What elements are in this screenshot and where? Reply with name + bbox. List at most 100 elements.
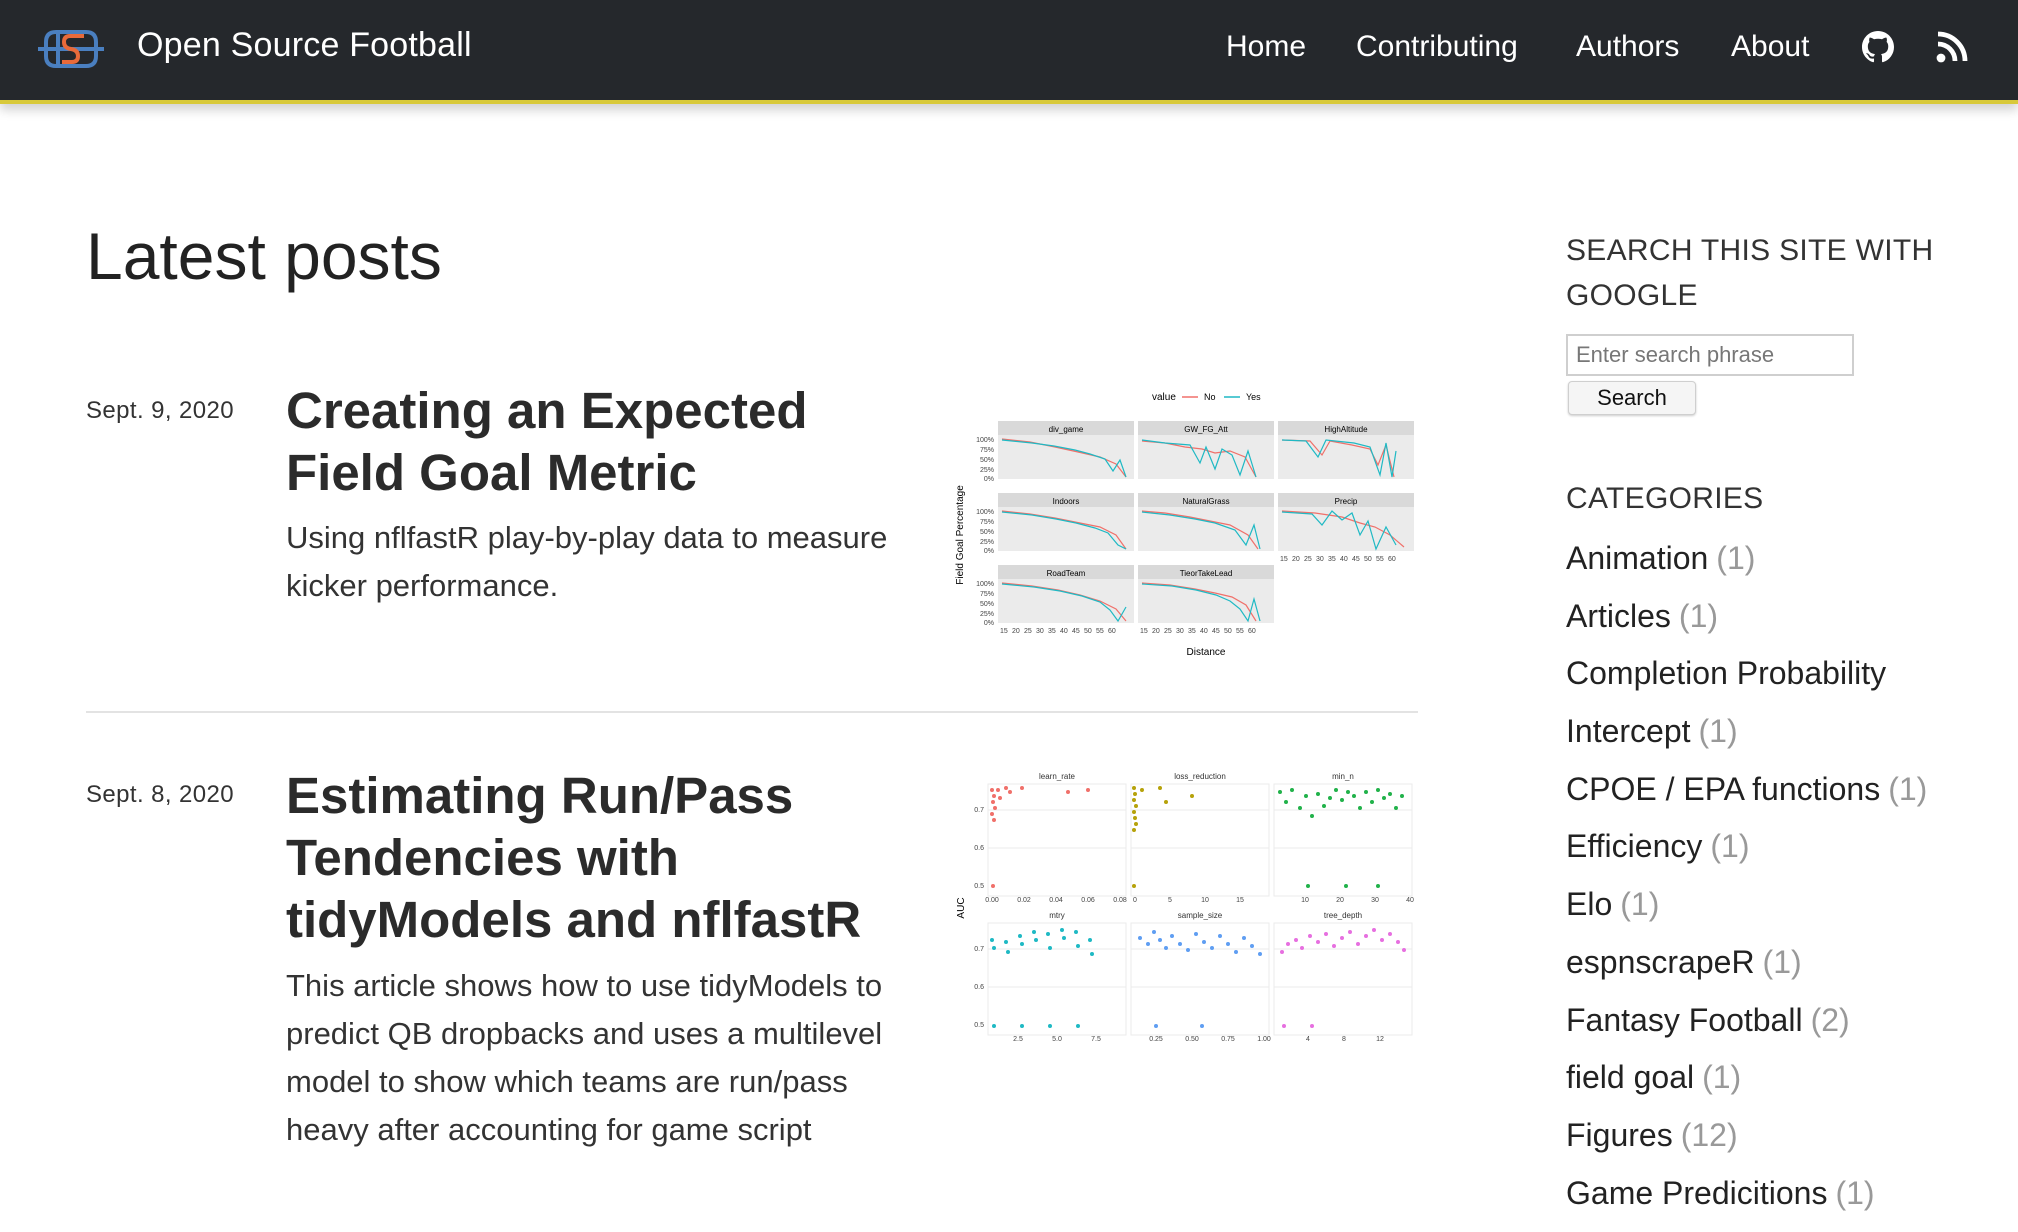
category-item[interactable]: Game Predicitions (1) <box>1566 1175 1927 1232</box>
category-item[interactable]: Figures (12) <box>1566 1117 1927 1175</box>
svg-text:0.04: 0.04 <box>1049 897 1063 904</box>
legend-no-label: No <box>1204 392 1216 402</box>
category-item[interactable]: Elo (1) <box>1566 886 1927 944</box>
y-axis-label: Field Goal Percentage <box>955 485 966 585</box>
svg-text:learn_rate: learn_rate <box>1039 772 1076 781</box>
search-input[interactable] <box>1566 334 1854 376</box>
scatter-points-sample-size <box>1138 930 1262 1028</box>
panel-grids <box>987 783 1413 1036</box>
scatter-points-loss-reduction <box>1132 786 1194 888</box>
search-button[interactable]: Search <box>1568 381 1696 415</box>
svg-text:40: 40 <box>1340 556 1348 563</box>
category-item[interactable]: espnscrapeR (1) <box>1566 944 1927 1002</box>
svg-text:0.7: 0.7 <box>974 807 984 814</box>
svg-text:25: 25 <box>1024 628 1032 635</box>
post-description: Using nflfastR play-by-play data to meas… <box>286 520 888 603</box>
category-item[interactable]: Animation (1) <box>1566 540 1927 598</box>
svg-text:100%: 100% <box>976 581 994 588</box>
category-item[interactable]: Articles (1) <box>1566 598 1927 656</box>
svg-text:35: 35 <box>1188 628 1196 635</box>
svg-text:100%: 100% <box>976 437 994 444</box>
category-item[interactable]: field goal (1) <box>1566 1059 1927 1117</box>
category-name: field goal <box>1566 1059 1695 1096</box>
category-item[interactable]: Completion Probability <box>1566 655 1927 713</box>
svg-text:20: 20 <box>1292 556 1300 563</box>
svg-text:45: 45 <box>1072 628 1080 635</box>
svg-text:60: 60 <box>1248 628 1256 635</box>
category-count: (2) <box>1810 1001 1850 1038</box>
svg-text:60: 60 <box>1108 628 1116 635</box>
category-item[interactable]: Intercept (1) <box>1566 713 1927 771</box>
svg-text:35: 35 <box>1048 628 1056 635</box>
scatter-points-learn-rate <box>990 786 1090 888</box>
site-logo-icon[interactable] <box>38 26 104 72</box>
svg-text:7.5: 7.5 <box>1091 1036 1101 1043</box>
svg-text:50: 50 <box>1224 628 1232 635</box>
svg-text:30: 30 <box>1176 628 1184 635</box>
svg-text:0.02: 0.02 <box>1017 897 1031 904</box>
svg-text:40: 40 <box>1060 628 1068 635</box>
post-thumbnail-fg-chart[interactable]: value No Yes Field Goal Percentage div_g… <box>950 385 1420 665</box>
post-divider <box>86 711 1418 713</box>
category-item[interactable]: CPOE / EPA functions (1) <box>1566 771 1927 829</box>
category-item[interactable]: Efficiency (1) <box>1566 828 1927 886</box>
svg-text:0.06: 0.06 <box>1081 897 1095 904</box>
page-title: Latest posts <box>86 219 442 293</box>
svg-text:15: 15 <box>1236 897 1244 904</box>
svg-text:0.00: 0.00 <box>985 897 999 904</box>
svg-text:60: 60 <box>1388 556 1396 563</box>
svg-text:0.7: 0.7 <box>974 946 984 953</box>
category-name: Efficiency <box>1566 828 1703 865</box>
post-title[interactable]: Estimating Run/Pass Tendencies with tidy… <box>286 765 906 951</box>
post-title[interactable]: Creating an Expected Field Goal Metric <box>286 380 906 504</box>
site-title[interactable]: Open Source Football <box>137 26 472 65</box>
svg-text:50: 50 <box>1364 556 1372 563</box>
svg-text:0.6: 0.6 <box>974 845 984 852</box>
category-name: espnscrapeR <box>1566 943 1755 980</box>
github-icon[interactable] <box>1862 31 1894 63</box>
svg-text:45: 45 <box>1212 628 1220 635</box>
svg-text:45: 45 <box>1352 556 1360 563</box>
svg-text:35: 35 <box>1328 556 1336 563</box>
category-name: Figures <box>1566 1116 1673 1153</box>
svg-text:25%: 25% <box>980 611 994 618</box>
category-item[interactable]: Fantasy Football (2) <box>1566 1002 1927 1060</box>
panel-label: NaturalGrass <box>1182 497 1229 506</box>
legend-yes-label: Yes <box>1246 392 1261 402</box>
svg-text:4: 4 <box>1306 1036 1310 1043</box>
svg-text:0%: 0% <box>984 476 994 483</box>
nav-contributing[interactable]: Contributing <box>1356 30 1518 64</box>
rss-icon[interactable] <box>1936 31 1968 63</box>
category-name: Fantasy Football <box>1566 1001 1803 1038</box>
svg-text:10: 10 <box>1201 897 1209 904</box>
scatter-points-tree-depth <box>1280 928 1406 1028</box>
nav-about[interactable]: About <box>1731 30 1809 64</box>
category-count: (1) <box>1888 770 1928 807</box>
svg-text:75%: 75% <box>980 447 994 454</box>
site-header: Open Source Football Home Contributing A… <box>0 0 2018 104</box>
nav-home[interactable]: Home <box>1226 30 1306 64</box>
panel-label: Precip <box>1335 497 1358 506</box>
svg-text:0.08: 0.08 <box>1113 897 1127 904</box>
svg-text:0.6: 0.6 <box>974 984 984 991</box>
category-name: Elo <box>1566 886 1613 923</box>
svg-text:5.0: 5.0 <box>1052 1036 1062 1043</box>
svg-text:0%: 0% <box>984 548 994 555</box>
svg-text:0.75: 0.75 <box>1221 1036 1235 1043</box>
svg-text:40: 40 <box>1406 897 1414 904</box>
svg-text:40: 40 <box>1200 628 1208 635</box>
panel-label: HighAltitude <box>1324 425 1368 434</box>
category-count: (1) <box>1716 540 1756 576</box>
legend-title: value <box>1152 392 1176 403</box>
svg-text:12: 12 <box>1376 1036 1384 1043</box>
panel-label: GW_FG_Att <box>1184 425 1228 434</box>
svg-text:loss_reduction: loss_reduction <box>1174 772 1226 781</box>
panel-label: div_game <box>1049 425 1084 434</box>
svg-text:0.5: 0.5 <box>974 883 984 890</box>
category-count: (12) <box>1680 1116 1738 1153</box>
category-count: (1) <box>1702 1059 1742 1096</box>
categories-heading: CATEGORIES <box>1566 482 1764 515</box>
post-thumbnail-auc-chart[interactable]: AUC learn_rate loss_reduction min_n mtry… <box>950 768 1420 1048</box>
svg-text:10: 10 <box>1301 897 1309 904</box>
nav-authors[interactable]: Authors <box>1576 30 1679 64</box>
